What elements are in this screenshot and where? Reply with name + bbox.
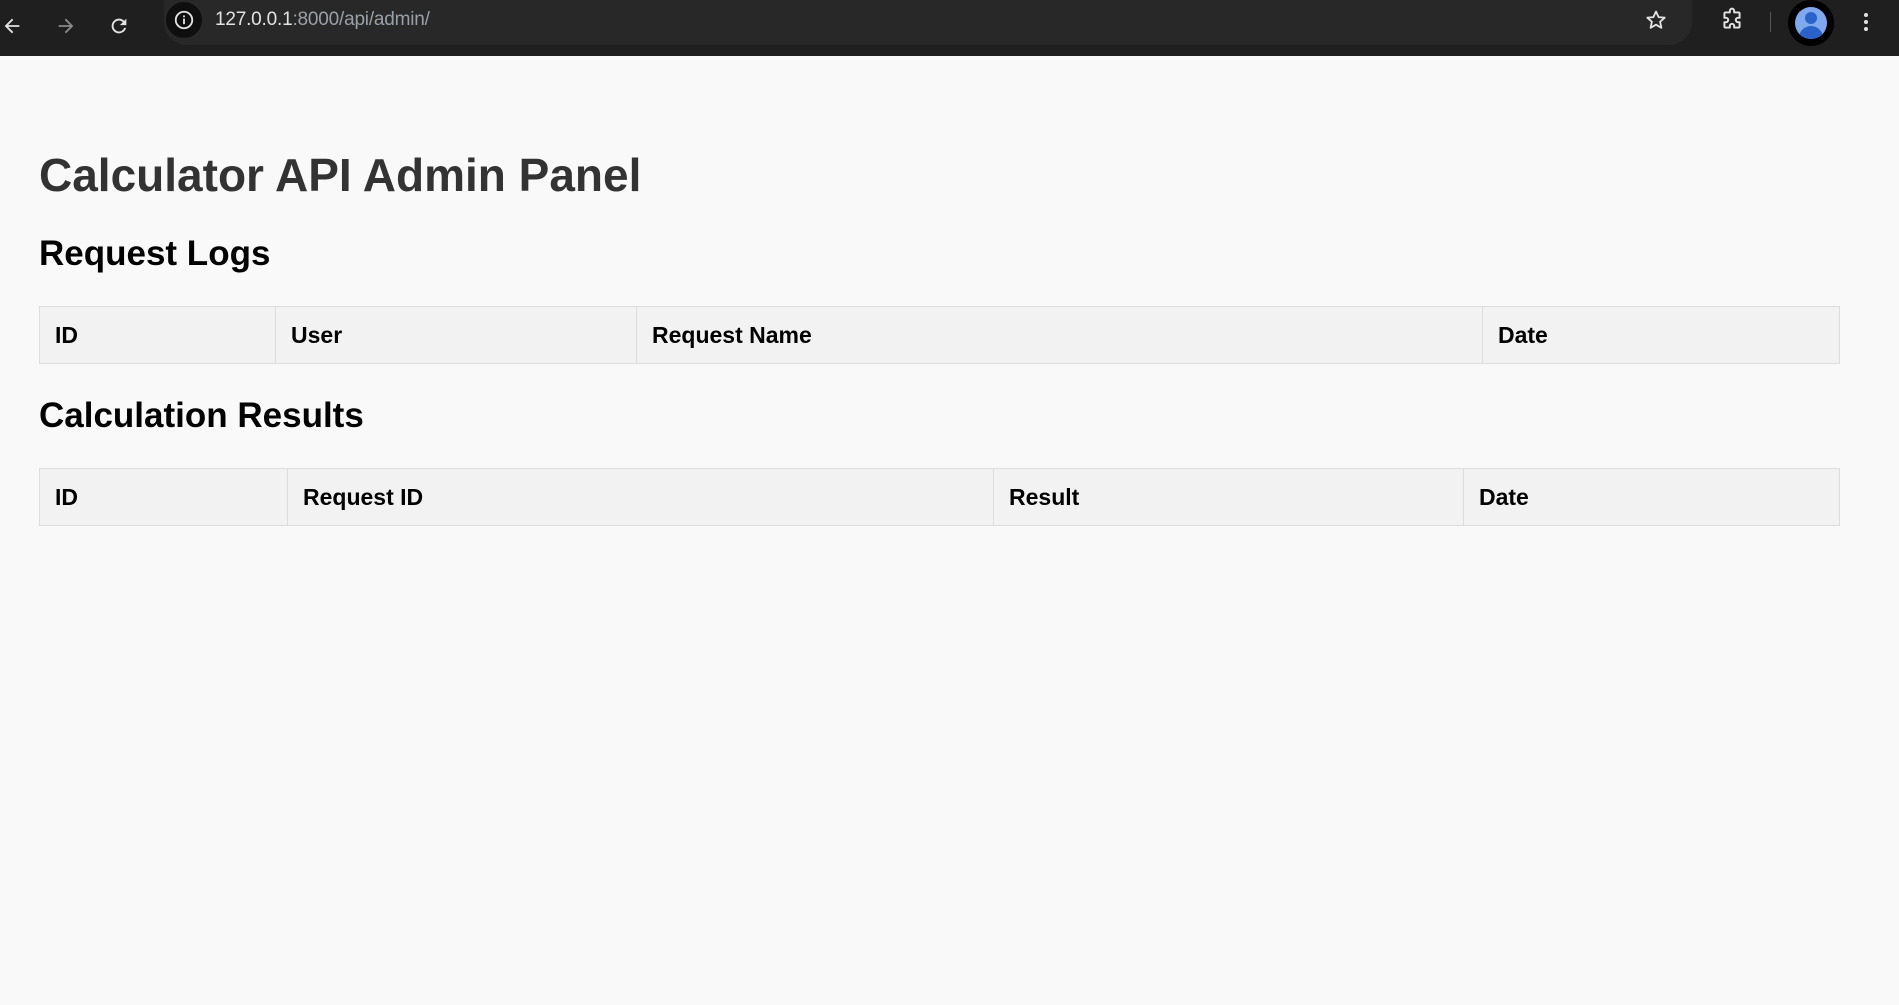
browser-toolbar: 127.0.0.1:8000/api/admin/ [0,0,1899,56]
arrow-left-icon [4,18,20,34]
star-icon [1646,10,1666,29]
url-host: 127.0.0.1 [215,9,293,30]
column-header-date: Date [1463,468,1840,526]
page-content: Calculator API Admin Panel Request Logs … [0,56,1899,1005]
forward-button[interactable] [48,8,84,44]
column-header-request-id: Request ID [287,468,994,526]
url-text[interactable]: 127.0.0.1:8000/api/admin/ [215,9,430,31]
browser-menu-button[interactable] [1848,4,1884,40]
column-header-result: Result [993,468,1464,526]
info-icon [174,10,194,30]
back-button[interactable] [0,8,30,44]
reload-icon [111,18,127,34]
bookmark-button[interactable] [1638,2,1674,38]
request-logs-heading: Request Logs [39,234,271,273]
toolbar-divider [1770,12,1771,32]
column-header-request-name: Request Name [636,306,1483,364]
calculation-results-heading: Calculation Results [39,396,364,435]
request-logs-table: ID User Request Name Date [39,306,1840,364]
column-header-id: ID [39,468,288,526]
reload-button[interactable] [101,8,137,44]
page-title: Calculator API Admin Panel [39,149,642,201]
arrow-right-icon [58,18,74,34]
puzzle-icon [1723,7,1741,29]
calculation-results-table: ID Request ID Result Date [39,468,1840,526]
profile-button[interactable] [1788,0,1834,46]
extensions-button[interactable] [1714,2,1750,38]
avatar-icon [1795,7,1827,39]
column-header-id: ID [39,306,276,364]
url-path: :8000/api/admin/ [292,9,430,30]
more-vert-icon [1864,13,1868,31]
table-header-row: ID User Request Name Date [39,306,1840,364]
site-info-button[interactable] [166,2,202,38]
address-bar[interactable]: 127.0.0.1:8000/api/admin/ [164,0,1692,45]
column-header-user: User [275,306,637,364]
column-header-date: Date [1482,306,1840,364]
table-header-row: ID Request ID Result Date [39,468,1840,526]
